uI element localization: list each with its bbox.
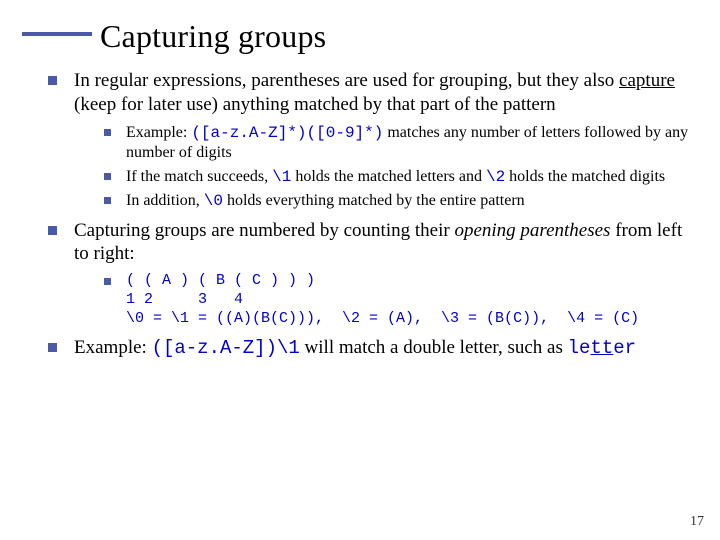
text: holds everything matched by the entire p… xyxy=(223,192,525,209)
text: Example: xyxy=(74,337,152,358)
italic-text: opening parentheses xyxy=(454,220,610,241)
text: In regular expressions, parentheses are … xyxy=(74,70,619,91)
text: Capturing groups are numbered by countin… xyxy=(74,220,454,241)
text: will match a double letter, such as xyxy=(300,337,568,358)
text: Example: xyxy=(126,124,191,141)
code-inline: \0 xyxy=(204,192,223,210)
code-inline: ([a-z.A-Z])\1 xyxy=(152,337,300,359)
sub-bullet: If the match succeeds, \1 holds the matc… xyxy=(104,167,696,187)
bullet-1: In regular expressions, parentheses are … xyxy=(48,69,696,211)
title-accent-rule xyxy=(22,32,92,36)
slide-title: Capturing groups xyxy=(100,18,720,55)
text: er xyxy=(613,337,636,359)
bullet-3: Example: ([a-z.A-Z])\1 will match a doub… xyxy=(48,336,696,361)
text: (keep for later use) anything matched by… xyxy=(74,94,556,115)
text: In addition, xyxy=(126,192,204,209)
code-inline: \1 xyxy=(272,168,291,186)
underlined-text: capture xyxy=(619,70,675,91)
sub-list: Example: ([a-z.A-Z]*)([0-9]*) matches an… xyxy=(74,123,696,211)
code-inline: \2 xyxy=(486,168,505,186)
text: holds the matched digits xyxy=(505,168,665,185)
sub-bullet: In addition, \0 holds everything matched… xyxy=(104,191,696,211)
bullet-2: Capturing groups are numbered by countin… xyxy=(48,219,696,329)
code-inline: ([a-z.A-Z]*)([0-9]*) xyxy=(191,124,383,142)
sub-list: ( ( A ) ( B ( C ) ) ) 1 2 3 4 \0 = \1 = … xyxy=(74,272,696,328)
slide-header: Capturing groups xyxy=(0,0,720,55)
bullet-list: In regular expressions, parentheses are … xyxy=(0,69,720,361)
page-number: 17 xyxy=(690,514,704,530)
text: If the match succeeds, xyxy=(126,168,272,185)
code-block: ( ( A ) ( B ( C ) ) ) 1 2 3 4 \0 = \1 = … xyxy=(126,272,696,328)
sub-bullet: Example: ([a-z.A-Z]*)([0-9]*) matches an… xyxy=(104,123,696,163)
example-word: letter xyxy=(568,337,636,359)
text: le xyxy=(568,337,591,359)
sub-bullet-code: ( ( A ) ( B ( C ) ) ) 1 2 3 4 \0 = \1 = … xyxy=(104,272,696,328)
text: holds the matched letters and xyxy=(291,168,486,185)
underlined-text: tt xyxy=(590,337,613,359)
